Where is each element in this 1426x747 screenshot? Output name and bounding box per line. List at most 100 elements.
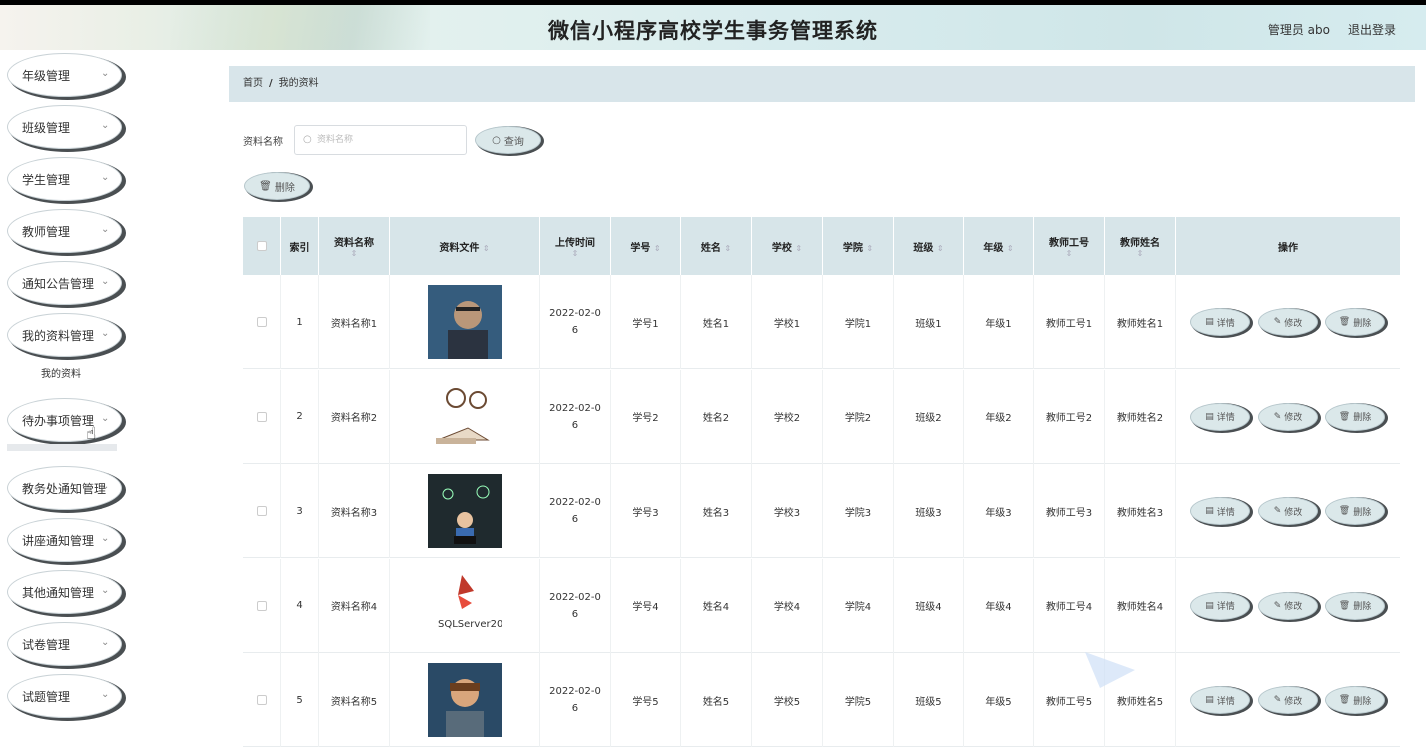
submenu-item-my-materials[interactable]: 我的资料 xyxy=(7,364,117,386)
query-button[interactable]: ○ 查询 xyxy=(475,126,541,154)
sidebar-item-label: 试卷管理 xyxy=(22,637,71,652)
sidebar-item-student[interactable]: 学生管理 ⌄ xyxy=(7,157,122,201)
chevron-down-icon: ⌄ xyxy=(101,481,110,492)
upload-time-line: 6 xyxy=(571,325,579,336)
header-teacher-name[interactable]: 教师姓名 ⇕ xyxy=(1105,217,1176,275)
header-label: 学号 xyxy=(630,242,651,254)
pencil-icon: ✎ xyxy=(1273,695,1282,705)
delete-button[interactable]: 🗑 删除 xyxy=(1325,591,1385,620)
sidebar-item-other-notice[interactable]: 其他通知管理 ⌄ xyxy=(7,570,122,614)
detail-button-label: 详情 xyxy=(1216,696,1235,707)
row-checkbox[interactable] xyxy=(256,317,267,327)
student-name-cell: 姓名1 xyxy=(681,275,752,369)
breadcrumb-home[interactable]: 首页 xyxy=(243,78,263,89)
sidebar-item-my-materials[interactable]: 我的资料管理 ⌄ xyxy=(7,313,122,357)
edit-button[interactable]: ✎ 修改 xyxy=(1258,591,1318,620)
school-cell: 学校1 xyxy=(752,275,823,369)
batch-delete-button[interactable]: 🗑 删除 xyxy=(244,172,310,200)
file-thumbnail xyxy=(427,474,502,548)
header-college[interactable]: 学院 ⇕ xyxy=(823,217,894,275)
edit-button[interactable]: ✎ 修改 xyxy=(1258,402,1318,431)
sort-icon[interactable]: ⇕ xyxy=(1007,244,1014,253)
sort-icon[interactable]: ⇕ xyxy=(795,244,802,253)
sidebar-item-teacher[interactable]: 教师管理 ⌄ xyxy=(7,209,122,253)
index-cell: 3 xyxy=(281,464,319,558)
edit-button[interactable]: ✎ 修改 xyxy=(1258,497,1318,525)
detail-button[interactable]: ▤ 详情 xyxy=(1190,402,1250,431)
row-checkbox[interactable] xyxy=(256,506,267,516)
grade-cell: 年级1 xyxy=(964,275,1034,369)
detail-button[interactable]: ▤ 详情 xyxy=(1190,686,1250,714)
index-cell: 2 xyxy=(281,369,319,464)
header-label: 资料文件 xyxy=(439,242,480,254)
header-class[interactable]: 班级 ⇕ xyxy=(894,217,964,275)
sort-icon[interactable]: ⇕ xyxy=(937,244,944,253)
chevron-down-icon: ⌄ xyxy=(101,172,110,183)
header-student-name[interactable]: 姓名 ⇕ xyxy=(681,217,752,275)
sort-icon[interactable]: ⇕ xyxy=(724,244,731,253)
sidebar-item-question[interactable]: 试题管理 ⌄ xyxy=(7,674,122,718)
header-student-no[interactable]: 学号 ⇕ xyxy=(611,217,681,275)
sort-icon[interactable]: ⇕ xyxy=(1066,249,1073,258)
upload-time: 2022-02-0 6 xyxy=(549,494,601,528)
detail-button[interactable]: ▤ 详情 xyxy=(1190,591,1250,620)
sidebar-item-exam-paper[interactable]: 试卷管理 ⌄ xyxy=(7,622,122,666)
delete-button[interactable]: 🗑 删除 xyxy=(1325,402,1385,431)
upload-time-line: 2022-02-0 xyxy=(549,497,601,508)
edit-button[interactable]: ✎ 修改 xyxy=(1258,686,1318,714)
header-select-all[interactable] xyxy=(243,217,281,275)
delete-button[interactable]: 🗑 删除 xyxy=(1325,497,1385,525)
pencil-icon: ✎ xyxy=(1273,411,1282,422)
logout-link[interactable]: 退出登录 xyxy=(1348,21,1396,38)
sort-icon[interactable]: ⇕ xyxy=(572,249,579,258)
row-select-cell xyxy=(243,275,281,369)
class-cell: 班级1 xyxy=(894,275,964,369)
header-name[interactable]: 资料名称 ⇕ xyxy=(319,217,390,275)
detail-button[interactable]: ▤ 详情 xyxy=(1190,497,1250,525)
edit-button[interactable]: ✎ 修改 xyxy=(1258,308,1318,336)
sidebar-item-grade[interactable]: 年级管理 ⌄ xyxy=(7,53,122,97)
sidebar-item-label: 讲座通知管理 xyxy=(22,533,95,548)
select-all-checkbox[interactable] xyxy=(256,241,267,251)
college-cell: 学院5 xyxy=(823,653,894,747)
delete-button[interactable]: 🗑 删除 xyxy=(1325,308,1385,336)
header-school[interactable]: 学校 ⇕ xyxy=(752,217,823,275)
sidebar-item-todo[interactable]: 待办事项管理 ⌄ xyxy=(7,398,122,442)
sidebar-item-notice[interactable]: 通知公告管理 ⌄ xyxy=(7,261,122,305)
detail-button-label: 详情 xyxy=(1216,507,1235,518)
delete-button-label: 删除 xyxy=(1353,413,1372,423)
name-cell: 资料名称1 xyxy=(319,275,390,369)
chevron-down-icon: ⌄ xyxy=(101,68,110,79)
header-file[interactable]: 资料文件 ⇕ xyxy=(390,217,540,275)
sort-icon[interactable]: ⇕ xyxy=(866,244,873,253)
row-checkbox[interactable] xyxy=(256,600,267,611)
school-cell: 学校3 xyxy=(752,464,823,558)
search-input[interactable]: ○ 资料名称 xyxy=(294,125,467,155)
header-grade[interactable]: 年级 ⇕ xyxy=(964,217,1034,275)
thumb-caption: SQLServer2012 xyxy=(438,619,502,630)
file-cell xyxy=(390,464,540,558)
trash-icon: 🗑 xyxy=(1338,411,1351,422)
header-teacher-no[interactable]: 教师工号 ⇕ xyxy=(1034,217,1105,275)
teacher-no-cell: 教师工号1 xyxy=(1034,275,1105,369)
delete-button[interactable]: 🗑 删除 xyxy=(1325,686,1385,714)
student-no-cell: 学号1 xyxy=(611,275,681,369)
row-select-cell xyxy=(243,369,281,464)
detail-button[interactable]: ▤ 详情 xyxy=(1190,308,1250,336)
sort-icon[interactable]: ⇕ xyxy=(1137,249,1144,258)
row-checkbox[interactable] xyxy=(256,695,267,705)
sort-icon[interactable]: ⇕ xyxy=(483,244,490,253)
sidebar-item-class[interactable]: 班级管理 ⌄ xyxy=(7,105,122,149)
upload-time-cell: 2022-02-0 6 xyxy=(540,653,611,747)
file-thumbnail xyxy=(427,379,502,454)
row-checkbox[interactable] xyxy=(256,411,267,422)
sort-icon[interactable]: ⇕ xyxy=(351,249,358,258)
watermark-logo xyxy=(1085,652,1135,688)
chevron-down-icon: ⌄ xyxy=(101,328,110,339)
detail-button-label: 详情 xyxy=(1216,413,1235,423)
header-upload-time[interactable]: 上传时间 ⇕ xyxy=(540,217,611,275)
sidebar-item-academic-notice[interactable]: 教务处通知管理 ⌄ xyxy=(7,466,122,510)
sidebar-item-lecture-notice[interactable]: 讲座通知管理 ⌄ xyxy=(7,518,122,562)
sort-icon[interactable]: ⇕ xyxy=(654,244,661,253)
actions-cell: ▤ 详情 ✎ 修改 🗑 删除 xyxy=(1176,275,1400,369)
